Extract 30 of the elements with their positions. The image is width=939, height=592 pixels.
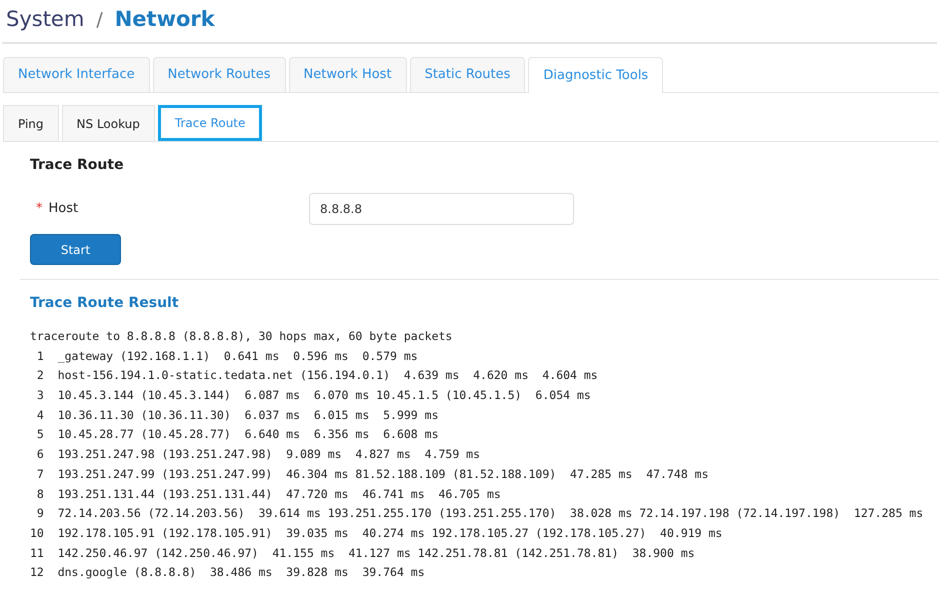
output-line: 4 10.36.11.30 (10.36.11.30) 6.037 ms 6.015 ms 5.999 ms (36, 406, 438, 424)
output-line: 1 _gateway (192.168.1.1) 0.641 ms 0.596 ms 0.579 ms (36, 348, 418, 365)
sub-tab[interactable]: Trace Route (158, 105, 262, 141)
output-line: 12 dns.google (8.8.8.8) 38.486 ms 39.828 ms 39.764 ms (30, 564, 425, 582)
required-mark: * (36, 200, 42, 218)
tab[interactable]: Network Routes (152, 57, 286, 92)
output-line: 3 10.45.3.144 (10.45.3.144) 6.087 ms 6.070 ms 10.45.1.5 (10.45.1.5) 6.054 ms (36, 387, 591, 404)
breadcrumb-separator: / (96, 8, 103, 33)
host-field[interactable]: 8.8.8.8 (309, 193, 574, 225)
output-line: 11 142.250.46.97 (142.250.46.97) 41.155 ms 41.127 ms 142.251.78.81 (142.251.78.81) 38.900 ms (30, 544, 695, 562)
tab[interactable]: Diagnostic Tools (528, 57, 664, 93)
sub-tab[interactable]: NS Lookup (62, 105, 155, 141)
tab[interactable]: Static Routes (410, 57, 526, 92)
output-line: 8 193.251.131.44 (193.251.131.44) 47.720 ms 46.741 ms 46.705 ms (36, 486, 501, 502)
page-title: Network (114, 6, 215, 33)
form-title: Trace Route (30, 156, 125, 175)
host-label: Host (48, 200, 78, 218)
output-line: 6 193.251.247.98 (193.251.247.98) 9.089 ms 4.827 ms 4.759 ms (36, 446, 480, 464)
sub-tab[interactable]: Ping (3, 105, 59, 141)
result-title: Trace Route Result (30, 294, 180, 313)
output-line: traceroute to 8.8.8.8 (8.8.8.8), 30 hops max, 60 byte packets (30, 328, 452, 345)
output-line: 10 192.178.105.91 (192.178.105.91) 39.035 ms 40.274 ms 192.178.105.27 (192.178.105.27) 40.919 ms (30, 524, 722, 542)
tab[interactable]: Network Interface (3, 57, 150, 92)
output-line: 9 72.14.203.56 (72.14.203.56) 39.614 ms 193.251.255.170 (193.251.255.170) 38.028 ms 72.14.197.198 (72.14.197.198) 127.285 ms (36, 505, 924, 522)
output-line: 7 193.251.247.99 (193.251.247.99) 46.304 ms 81.52.188.109 (81.52.188.109) 47.285 ms 47.748 ms (36, 466, 709, 483)
tab[interactable]: Network Host (288, 57, 407, 92)
output-line: 5 10.45.28.77 (10.45.28.77) 6.640 ms 6.356 ms 6.608 ms (36, 426, 438, 444)
start-button[interactable]: Start (30, 234, 121, 265)
output-line: 2 host-156.194.1.0-static.tedata.net (156.194.0.1) 4.639 ms 4.620 ms 4.604 ms (36, 367, 598, 384)
breadcrumb-parent[interactable]: System (6, 4, 84, 36)
